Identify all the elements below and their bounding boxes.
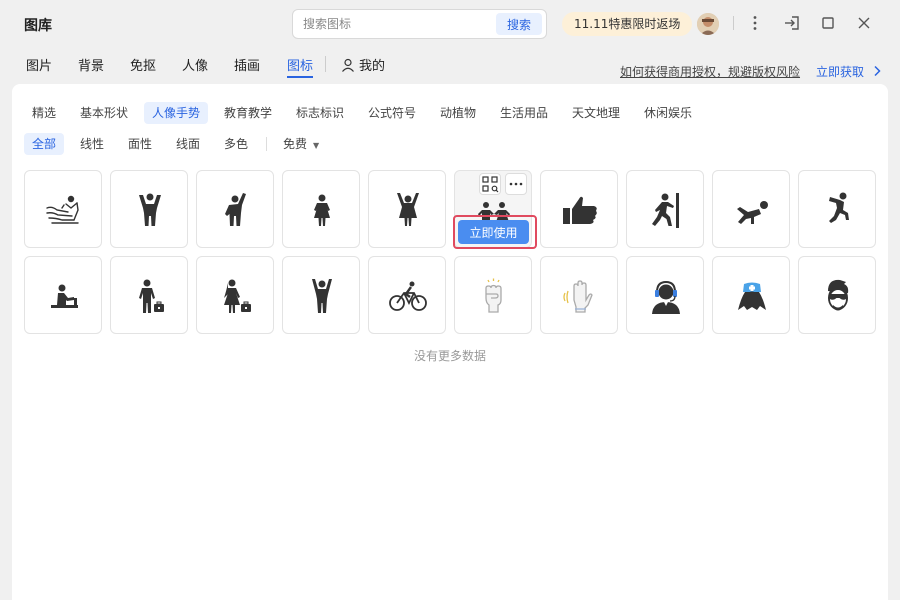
close-icon[interactable] <box>855 14 873 32</box>
style-separator <box>266 137 267 151</box>
headset-agent-icon <box>652 280 680 314</box>
category-leisure[interactable]: 休闲娱乐 <box>644 102 692 124</box>
person-wave-icon <box>225 193 246 226</box>
get-now-label: 立即获取 <box>816 65 865 79</box>
massage-icon <box>46 195 79 224</box>
girl-arms-up-icon <box>397 193 419 226</box>
person-jump-icon <box>829 192 849 223</box>
icon-card-massage[interactable] <box>24 170 102 248</box>
person-push-wall-icon <box>652 193 679 228</box>
icon-card-person-wave[interactable] <box>196 170 274 248</box>
category-signs[interactable]: 标志标识 <box>296 102 344 124</box>
icon-card-cyclist[interactable] <box>368 256 446 334</box>
login-icon[interactable] <box>783 14 801 32</box>
raised-fist-icon <box>485 278 502 313</box>
cyclist-icon <box>389 281 427 311</box>
caret-down-icon: ▼ <box>313 141 320 150</box>
style-line[interactable]: 线性 <box>80 133 104 155</box>
raised-hand-icon <box>563 280 593 313</box>
tab-portraits[interactable]: 人像 <box>182 55 208 74</box>
icon-card-raised-fist[interactable] <box>454 256 532 334</box>
icon-card-person-push-wall[interactable] <box>626 170 704 248</box>
promo-badge[interactable]: 11.11特惠限时返场 <box>562 12 693 36</box>
category-astronomy-geography[interactable]: 天文地理 <box>572 102 620 124</box>
icon-card-headset-agent[interactable] <box>626 256 704 334</box>
icon-card-man-cheer[interactable] <box>282 256 360 334</box>
more-options-button[interactable] <box>505 173 527 195</box>
thumbs-up-icon <box>563 196 597 224</box>
nurse-icon <box>738 282 766 310</box>
icon-card-sunglasses-man[interactable] <box>798 256 876 334</box>
license-link[interactable]: 如何获得商用授权，规避版权风险 <box>620 63 800 80</box>
tab-mine-label: 我的 <box>359 59 386 74</box>
icon-card-girl-arms-up[interactable] <box>368 170 446 248</box>
price-filter-select[interactable]: 免费 ▼ <box>283 133 319 155</box>
price-filter-value: 免费 <box>283 137 308 151</box>
avatar[interactable] <box>697 13 719 35</box>
tab-mine[interactable]: 我的 <box>341 55 385 74</box>
man-briefcase-icon <box>139 279 164 313</box>
title-bar: 图库 搜索 11.11特惠限时返场 <box>0 0 900 46</box>
icon-card-girl[interactable] <box>282 170 360 248</box>
active-tab-indicator <box>287 76 313 78</box>
app-title: 图库 <box>24 18 52 34</box>
search-box: 搜索 <box>292 9 547 39</box>
maximize-icon[interactable] <box>819 14 837 32</box>
style-all[interactable]: 全部 <box>24 133 65 155</box>
tab-images[interactable]: 图片 <box>26 55 52 74</box>
person-crawl-icon <box>737 201 768 224</box>
category-education[interactable]: 教育教学 <box>224 102 272 124</box>
tab-backgrounds[interactable]: 背景 <box>78 55 104 74</box>
category-daily-goods[interactable]: 生活用品 <box>500 102 548 124</box>
tab-cutouts[interactable]: 免抠 <box>130 55 156 74</box>
user-icon <box>342 58 354 72</box>
category-animals-plants[interactable]: 动植物 <box>440 102 476 124</box>
style-multicolor[interactable]: 多色 <box>224 133 248 155</box>
icon-card-raised-hand[interactable] <box>540 256 618 334</box>
more-horizontal-icon <box>509 182 523 186</box>
icon-card-person-arms-up[interactable] <box>110 170 188 248</box>
title-separator <box>733 16 734 30</box>
category-basic-shapes[interactable]: 基本形状 <box>80 102 128 124</box>
person-arms-up-icon <box>139 193 161 226</box>
icon-card-person-desk[interactable] <box>24 256 102 334</box>
tab-illustrations[interactable]: 插画 <box>234 55 260 74</box>
no-more-data-text: 没有更多数据 <box>413 349 486 363</box>
icon-card-man-briefcase[interactable] <box>110 256 188 334</box>
man-cheer-icon <box>312 279 332 313</box>
girl-icon <box>314 194 330 226</box>
qr-code-button[interactable] <box>479 173 501 195</box>
qr-code-icon <box>482 176 499 193</box>
get-now-link[interactable]: 立即获取 <box>816 63 882 80</box>
style-fill[interactable]: 面性 <box>128 133 152 155</box>
icon-panel: 精选 基本形状 人像手势 教育教学 标志标识 公式符号 动植物 生活用品 天文地… <box>12 84 888 600</box>
search-input[interactable] <box>303 15 483 33</box>
chevron-right-icon <box>874 65 881 77</box>
icon-card-person-jump[interactable] <box>798 170 876 248</box>
category-formulas[interactable]: 公式符号 <box>368 102 416 124</box>
woman-briefcase-icon <box>224 279 251 313</box>
icon-card-person-crawl[interactable] <box>712 170 790 248</box>
style-line-fill[interactable]: 线面 <box>176 133 200 155</box>
more-menu-icon[interactable] <box>746 14 764 32</box>
search-button[interactable]: 搜索 <box>496 13 542 35</box>
category-featured[interactable]: 精选 <box>32 102 56 124</box>
main-tabs: 图片 背景 免抠 人像 插画 图标 我的 如何获得商用授权，规避版权风险 立即获… <box>0 46 900 84</box>
sunglasses-man-icon <box>828 279 849 311</box>
tab-icons[interactable]: 图标 <box>287 55 313 74</box>
icon-card-thumbs-up[interactable] <box>540 170 618 248</box>
person-desk-icon <box>51 284 78 308</box>
icon-card-woman-briefcase[interactable] <box>196 256 274 334</box>
tab-separator <box>325 56 326 72</box>
icon-card-nurse[interactable] <box>712 256 790 334</box>
use-now-button[interactable]: 立即使用 <box>458 220 529 244</box>
category-people-gestures[interactable]: 人像手势 <box>144 102 209 124</box>
